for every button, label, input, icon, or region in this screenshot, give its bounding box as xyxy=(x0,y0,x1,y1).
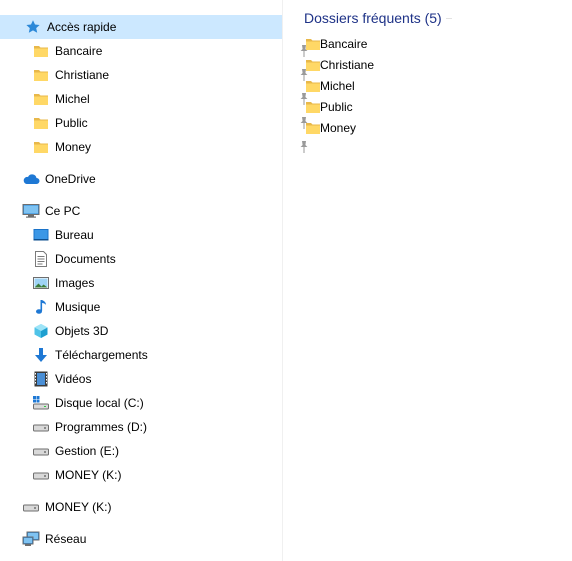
system-drive-icon xyxy=(32,394,50,412)
nav-pc-item-videos[interactable]: Vidéos xyxy=(32,367,282,391)
nav-pc-item-images[interactable]: Images xyxy=(32,271,282,295)
documents-icon xyxy=(32,250,50,268)
frequent-folder-michel[interactable]: Michel xyxy=(305,75,355,96)
frequent-folder-bancaire[interactable]: Bancaire xyxy=(305,33,367,54)
folder-icon xyxy=(305,78,321,94)
nav-quick-access[interactable]: Accès rapide xyxy=(0,15,282,39)
nav-pc-item-documents[interactable]: Documents xyxy=(32,247,282,271)
nav-network-label: Réseau xyxy=(45,532,87,546)
nav-network[interactable]: Réseau xyxy=(22,527,272,551)
cloud-icon xyxy=(22,170,40,188)
frequent-folder-public[interactable]: Public xyxy=(305,96,353,117)
group-divider-line xyxy=(445,17,452,19)
content-pane: Dossiers fréquents (5) Bancaire Christia… xyxy=(283,0,572,561)
drive-icon xyxy=(32,442,50,460)
folder-icon xyxy=(32,42,50,60)
folder-label: Money xyxy=(320,120,357,135)
nav-quick-item-christiane[interactable]: Christiane xyxy=(32,63,308,87)
nav-onedrive[interactable]: OneDrive xyxy=(22,167,272,191)
nav-pc-item-label: MONEY (K:) xyxy=(55,468,122,482)
nav-onedrive-label: OneDrive xyxy=(45,172,96,186)
drive-icon xyxy=(22,498,40,516)
3d-objects-icon xyxy=(32,322,50,340)
folder-icon xyxy=(305,36,321,52)
folder-label: Michel xyxy=(320,78,355,93)
nav-quick-access-label: Accès rapide xyxy=(47,20,117,34)
network-icon xyxy=(22,530,40,548)
folder-icon xyxy=(305,120,321,136)
nav-pc-item-label: Programmes (D:) xyxy=(55,420,148,434)
folder-icon xyxy=(32,66,50,84)
music-icon xyxy=(32,298,50,316)
videos-icon xyxy=(32,370,50,388)
downloads-icon xyxy=(32,346,50,364)
nav-this-pc[interactable]: Ce PC xyxy=(22,199,272,223)
nav-quick-item-label: Michel xyxy=(55,92,90,106)
nav-pc-item-gestion[interactable]: Gestion (E:) xyxy=(32,439,282,463)
nav-pc-item-label: Musique xyxy=(55,300,101,314)
nav-pc-item-label: Téléchargements xyxy=(55,348,148,362)
nav-pc-item-label: Vidéos xyxy=(55,372,92,386)
frequent-folder-money[interactable]: Money xyxy=(305,117,356,138)
nav-quick-item-money[interactable]: Money xyxy=(32,135,308,159)
computer-icon xyxy=(22,202,40,220)
nav-this-pc-label: Ce PC xyxy=(45,204,81,218)
nav-pc-item-money-k[interactable]: MONEY (K:) xyxy=(32,463,282,487)
drive-icon xyxy=(32,418,50,436)
group-title: Dossiers fréquents (5) xyxy=(304,10,442,26)
nav-quick-item-label: Christiane xyxy=(55,68,110,82)
nav-pc-item-objets-3d[interactable]: Objets 3D xyxy=(32,319,282,343)
pictures-icon xyxy=(32,274,50,292)
folder-icon xyxy=(305,99,321,115)
nav-pc-item-label: Images xyxy=(55,276,95,290)
folder-icon xyxy=(32,90,50,108)
nav-pc-item-label: Documents xyxy=(55,252,116,266)
nav-quick-item-bancaire[interactable]: Bancaire xyxy=(32,39,308,63)
nav-quick-item-public[interactable]: Public xyxy=(32,111,308,135)
folder-icon xyxy=(32,138,50,156)
group-header-frequent[interactable]: Dossiers fréquents (5) xyxy=(304,10,452,26)
nav-pc-item-bureau[interactable]: Bureau xyxy=(32,223,282,247)
folder-icon xyxy=(305,57,321,73)
folder-label: Public xyxy=(320,99,353,114)
nav-pc-item-telechargements[interactable]: Téléchargements xyxy=(32,343,282,367)
nav-removable-label: MONEY (K:) xyxy=(45,500,112,514)
nav-quick-item-michel[interactable]: Michel xyxy=(32,87,308,111)
desktop-icon xyxy=(32,226,50,244)
nav-pc-item-programmes[interactable]: Programmes (D:) xyxy=(32,415,282,439)
nav-pc-item-label: Objets 3D xyxy=(55,324,109,338)
nav-pc-item-label: Gestion (E:) xyxy=(55,444,120,458)
nav-pc-item-label: Disque local (C:) xyxy=(55,396,144,410)
drive-icon xyxy=(32,466,50,484)
nav-quick-item-label: Bancaire xyxy=(55,44,103,58)
nav-quick-item-label: Public xyxy=(55,116,88,130)
nav-pc-item-musique[interactable]: Musique xyxy=(32,295,282,319)
folder-label: Christiane xyxy=(320,57,375,72)
nav-pc-item-disque-local[interactable]: Disque local (C:) xyxy=(32,391,282,415)
star-icon xyxy=(24,18,42,36)
nav-quick-item-label: Money xyxy=(55,140,92,154)
nav-pc-item-label: Bureau xyxy=(55,228,94,242)
navigation-pane: Accès rapide Bancaire Christiane Michel … xyxy=(0,0,308,561)
folder-icon xyxy=(32,114,50,132)
folder-label: Bancaire xyxy=(320,36,368,51)
frequent-folder-christiane[interactable]: Christiane xyxy=(305,54,374,75)
nav-removable-money[interactable]: MONEY (K:) xyxy=(22,495,272,519)
